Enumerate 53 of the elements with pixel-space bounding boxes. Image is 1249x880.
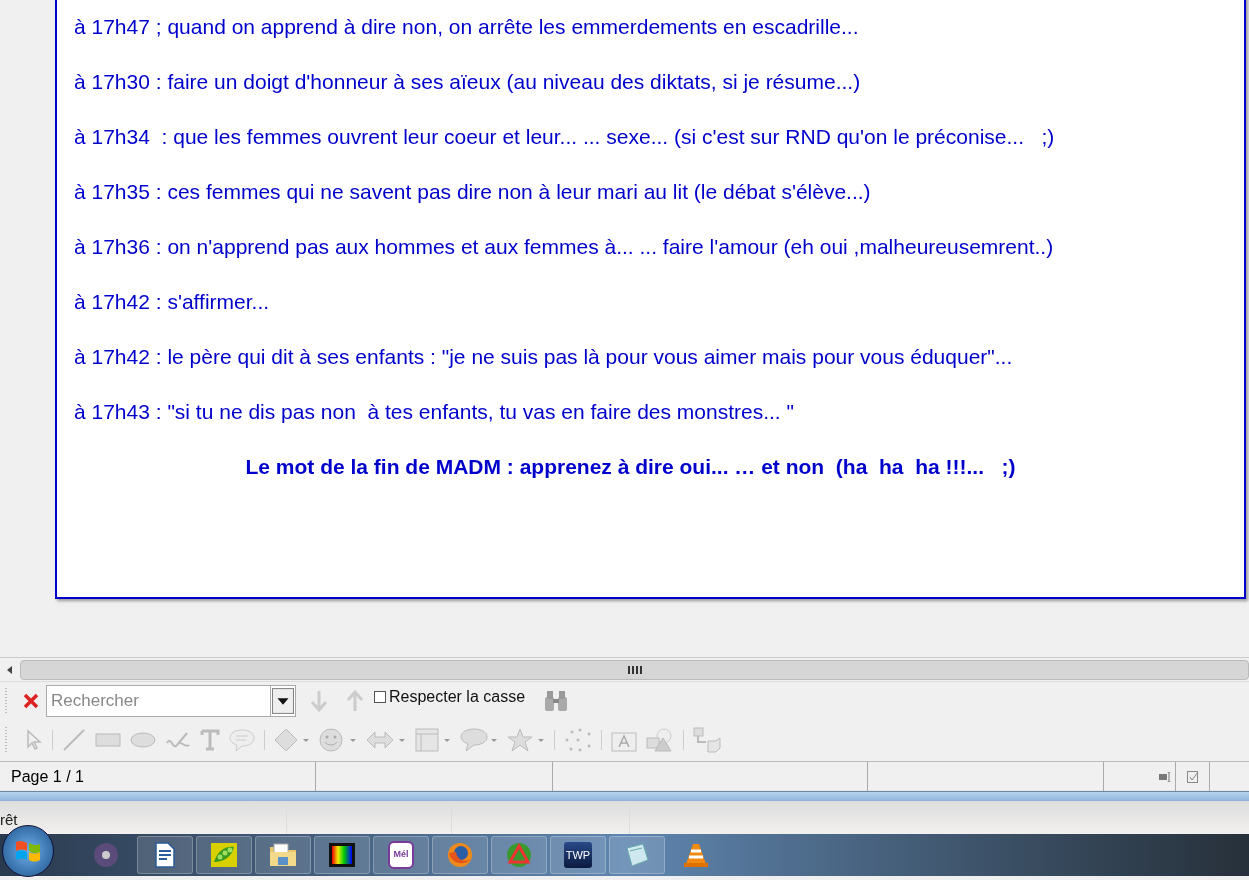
- match-case-checkbox[interactable]: Respecter la casse: [374, 684, 526, 709]
- dropdown-icon[interactable]: [270, 684, 296, 717]
- text-line: à 17h30 : faire un doigt d'honneur à ses aïeux (au niveau des diktats, si je résume...): [74, 69, 862, 94]
- firefox-logo-icon: [446, 841, 474, 869]
- line-icon[interactable]: [62, 728, 86, 752]
- document-icon: [154, 842, 176, 868]
- shapes-icon[interactable]: [646, 728, 674, 752]
- text-line: à 17h47 ; quand on apprend à dire non, on arrête les emmerdements en escadrille...: [74, 14, 860, 39]
- toolbar-grip-icon[interactable]: [4, 727, 8, 753]
- windows-logo-icon: [15, 839, 41, 863]
- callout-icon[interactable]: [229, 728, 255, 752]
- arrow-down-icon[interactable]: [308, 688, 330, 713]
- text-line: à 17h43 : "si tu ne dis pas non à tes enfants, tu vas en faire des monstres... ": [74, 399, 795, 424]
- arrow-up-icon[interactable]: [344, 688, 366, 713]
- pointer-icon[interactable]: [25, 729, 43, 751]
- mail-logo-icon: Mél: [388, 841, 414, 869]
- text-line: à 17h42 : s'affirmer...: [74, 289, 271, 314]
- extrusion-icon[interactable]: [693, 727, 721, 753]
- start-button[interactable]: [2, 825, 54, 877]
- taskbar-button[interactable]: [314, 836, 370, 874]
- app-logo-icon: TWP: [564, 842, 592, 868]
- taskbar-button[interactable]: TWP: [550, 836, 606, 874]
- rectangle-icon[interactable]: [95, 733, 121, 747]
- flowchart-icon[interactable]: [415, 728, 451, 752]
- close-icon[interactable]: [22, 691, 40, 710]
- text-line: à 17h42 : le père qui dit à ses enfants : "je ne suis pas là pour vous aimer mais pour vous éduquer"...: [74, 344, 1014, 369]
- triangle-logo-icon: [505, 841, 533, 869]
- horizontal-scrollbar-thumb[interactable]: [20, 659, 1249, 680]
- document-check-icon: [1186, 770, 1199, 783]
- speech-bubble-icon[interactable]: [460, 728, 498, 752]
- disc-icon: [92, 841, 120, 869]
- double-arrow-icon[interactable]: [366, 730, 406, 750]
- text-line: à 17h34 : que les femmes ouvrent leur coeur et leur... ... sexe... (si c'est sur RND qu'on le préconise... ;): [74, 124, 1056, 149]
- text-line: à 17h35 : ces femmes qui ne savent pas dire non à leur mari au lit (le débat s'élève...): [74, 179, 872, 204]
- insert-mode-icon: [1159, 771, 1171, 782]
- notepad-icon: [623, 842, 651, 868]
- traffic-cone-icon: [683, 841, 709, 869]
- taskbar-button[interactable]: [137, 836, 193, 874]
- pea-pod-icon: [210, 842, 238, 868]
- folder-icon: [269, 842, 297, 868]
- search-field[interactable]: Rechercher: [46, 684, 270, 717]
- binoculars-icon[interactable]: [543, 688, 570, 713]
- smiley-icon[interactable]: [319, 728, 357, 752]
- ellipse-icon[interactable]: [130, 732, 156, 748]
- points-icon[interactable]: [564, 728, 592, 752]
- closing-line: Le mot de la fin de MADM : apprenez à dire oui... … et non (ha ha ha !!!... ;): [244, 454, 1017, 479]
- star-icon[interactable]: [507, 728, 545, 752]
- toolbar-grip-icon[interactable]: [4, 687, 8, 714]
- text-icon[interactable]: [200, 729, 220, 751]
- taskbar-button[interactable]: Mél: [373, 836, 429, 874]
- film-strip-icon: [328, 842, 356, 868]
- diamond-icon[interactable]: [274, 728, 310, 752]
- text-line: à 17h36 : on n'apprend pas aux hommes et aux femmes à... ... faire l'amour (eh oui ,malheureusemrent..): [74, 234, 1055, 259]
